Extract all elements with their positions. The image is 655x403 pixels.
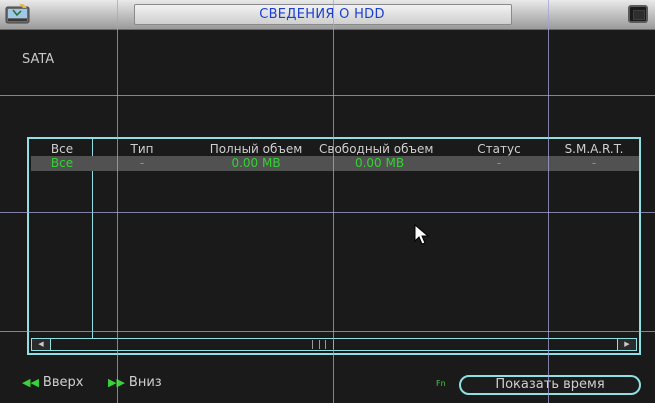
header-total-capacity: Полный объем: [209, 142, 303, 156]
show-time-button[interactable]: Показать время: [459, 375, 641, 395]
page-down-label: Вниз: [128, 375, 162, 390]
grid-guide-line: [0, 95, 655, 96]
cell-all: Все: [50, 156, 74, 170]
fn-key-hint: Fn: [436, 379, 446, 388]
hdd-icon: [5, 4, 30, 24]
window-title: СВЕДЕНИЯ О HDD: [259, 7, 385, 22]
cell-type: -: [139, 156, 145, 170]
grid-guide-line: [117, 0, 118, 403]
header-smart: S.M.A.R.T.: [564, 142, 624, 156]
sata-label: SATA: [22, 52, 55, 67]
header-status: Статус: [477, 142, 521, 156]
grid-guide-line: [0, 331, 655, 332]
scroll-thumb[interactable]: [312, 340, 334, 349]
scroll-right-icon[interactable]: ▶: [617, 339, 636, 350]
skip-back-icon: ◀◀: [22, 376, 39, 389]
title-bar: СВЕДЕНИЯ О HDD: [0, 0, 655, 30]
scroll-left-icon[interactable]: ◀: [32, 339, 51, 350]
horizontal-scrollbar[interactable]: ◀ ▶: [31, 338, 637, 351]
cell-smart: -: [591, 156, 597, 170]
mouse-cursor-icon: [414, 224, 430, 245]
grid-guide-line: [333, 0, 334, 403]
cell-status: -: [496, 156, 502, 170]
cell-total-capacity: 0.00 MB: [231, 156, 281, 170]
close-button[interactable]: [628, 5, 648, 23]
header-free-capacity: Свободный объем: [319, 142, 434, 156]
cell-free-capacity: 0.00 MB: [354, 156, 405, 170]
grid-guide-line: [0, 212, 655, 213]
grid-guide-line: [548, 0, 549, 403]
header-type: Тип: [130, 142, 154, 156]
page-up-button[interactable]: ◀◀ Вверх: [22, 375, 83, 390]
header-all: Все: [50, 142, 74, 156]
page-up-label: Вверх: [42, 375, 84, 390]
